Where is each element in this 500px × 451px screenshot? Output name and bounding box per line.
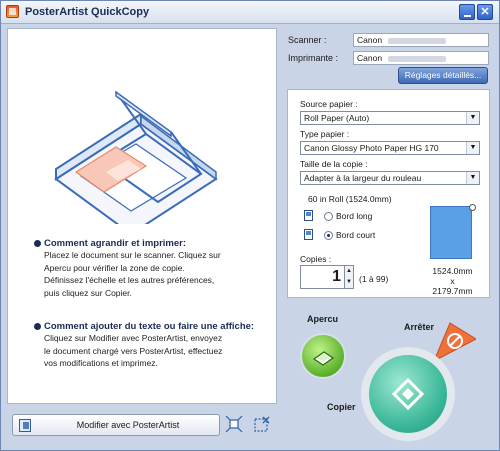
howto-poster-title: Comment ajouter du texte ou faire une af… bbox=[34, 321, 274, 332]
bullet-icon bbox=[34, 240, 41, 247]
window-title: PosterArtist QuickCopy bbox=[25, 6, 150, 18]
howto-line: vos modifications et imprimez. bbox=[44, 358, 158, 368]
paper-type-select[interactable]: Canon Glossy Photo Paper HG 170 ▼ bbox=[300, 141, 480, 155]
spin-up-icon[interactable]: ▲ bbox=[345, 266, 353, 277]
minimize-button[interactable] bbox=[459, 4, 475, 20]
copies-stepper[interactable]: ▲ ▼ bbox=[344, 265, 354, 289]
bullet-icon bbox=[34, 323, 41, 330]
help-panel: Comment agrandir et imprimer: Placez le … bbox=[7, 28, 277, 404]
long-edge-icon bbox=[304, 210, 313, 221]
app-icon bbox=[6, 5, 19, 18]
preview-label: Apercu bbox=[307, 314, 339, 324]
howto-line: Placez le document sur le scanner. Cliqu… bbox=[44, 250, 221, 260]
title-bar: PosterArtist QuickCopy ✕ bbox=[1, 1, 499, 24]
crop-area-icon[interactable] bbox=[253, 415, 271, 433]
spin-down-icon[interactable]: ▼ bbox=[345, 277, 353, 288]
copy-button[interactable] bbox=[361, 347, 455, 441]
long-edge-label: Bord long bbox=[336, 211, 373, 221]
stop-label: Arrêter bbox=[404, 322, 435, 332]
copies-range: (1 à 99) bbox=[359, 274, 389, 284]
howto-line: Définissez l'échelle et les autres préfé… bbox=[44, 275, 215, 285]
roll-icon bbox=[469, 204, 476, 211]
copies-input[interactable]: 1 bbox=[300, 265, 345, 289]
start-copy-icon bbox=[391, 377, 425, 411]
detailed-settings-button[interactable]: Réglages détaillés... bbox=[398, 67, 488, 84]
chevron-down-icon: ▼ bbox=[466, 112, 479, 124]
output-size-preview bbox=[430, 206, 472, 259]
printer-field: Canon bbox=[353, 51, 489, 65]
close-icon: ✕ bbox=[480, 6, 490, 18]
howto-line: Cliquez sur Modifier avec PosterArtist, … bbox=[44, 333, 223, 343]
howto-line: le document chargé vers PosterArtist, ef… bbox=[44, 345, 223, 356]
paper-type-label: Type papier : bbox=[300, 129, 350, 139]
fit-to-area-icon[interactable] bbox=[225, 415, 243, 433]
paper-source-label: Source papier : bbox=[300, 99, 358, 109]
roll-info: 60 in Roll (1524.0mm) bbox=[308, 194, 392, 204]
printer-label: Imprimante : bbox=[288, 53, 339, 63]
paper-source-select[interactable]: Roll Paper (Auto) ▼ bbox=[300, 111, 480, 125]
long-edge-radio[interactable] bbox=[324, 212, 333, 221]
chevron-down-icon: ▼ bbox=[466, 142, 479, 154]
howto-poster: Comment ajouter du texte ou faire une af… bbox=[34, 321, 274, 370]
howto-enlarge: Comment agrandir et imprimer: Placez le … bbox=[34, 238, 274, 299]
scanner-field: Canon bbox=[353, 33, 489, 47]
copy-size-label: Taille de la copie : bbox=[300, 159, 368, 169]
output-width: 1524.0mm bbox=[432, 266, 473, 276]
output-height: 2179.7mm bbox=[432, 286, 473, 296]
posterartist-icon bbox=[19, 419, 31, 432]
howto-line: Apercu pour vérifier la zone de copie. bbox=[44, 262, 185, 273]
short-edge-radio[interactable] bbox=[324, 231, 333, 240]
short-edge-icon bbox=[304, 229, 313, 240]
close-button[interactable]: ✕ bbox=[477, 4, 493, 20]
scan-icon bbox=[312, 351, 335, 366]
copies-label: Copies : bbox=[300, 254, 332, 264]
howto-enlarge-title: Comment agrandir et imprimer: bbox=[34, 238, 274, 249]
output-times: x bbox=[450, 276, 455, 286]
app-window: PosterArtist QuickCopy ✕ Comment agrandi… bbox=[0, 0, 500, 451]
chevron-down-icon: ▼ bbox=[466, 172, 479, 184]
copy-button-face bbox=[369, 355, 447, 433]
short-edge-label: Bord court bbox=[336, 230, 376, 240]
preview-button[interactable] bbox=[300, 333, 346, 379]
modify-with-posterartist-button[interactable]: Modifier avec PosterArtist bbox=[12, 414, 220, 436]
copy-settings-panel: Source papier : Roll Paper (Auto) ▼ Type … bbox=[287, 89, 490, 298]
copy-size-select[interactable]: Adapter à la largeur du rouleau ▼ bbox=[300, 171, 480, 185]
modify-button-label: Modifier avec PosterArtist bbox=[76, 420, 180, 430]
howto-line: puis cliquez sur Copier. bbox=[44, 287, 132, 298]
scanner-label: Scanner : bbox=[288, 35, 327, 45]
copy-label: Copier bbox=[327, 402, 356, 412]
scanner-illustration bbox=[54, 90, 218, 224]
